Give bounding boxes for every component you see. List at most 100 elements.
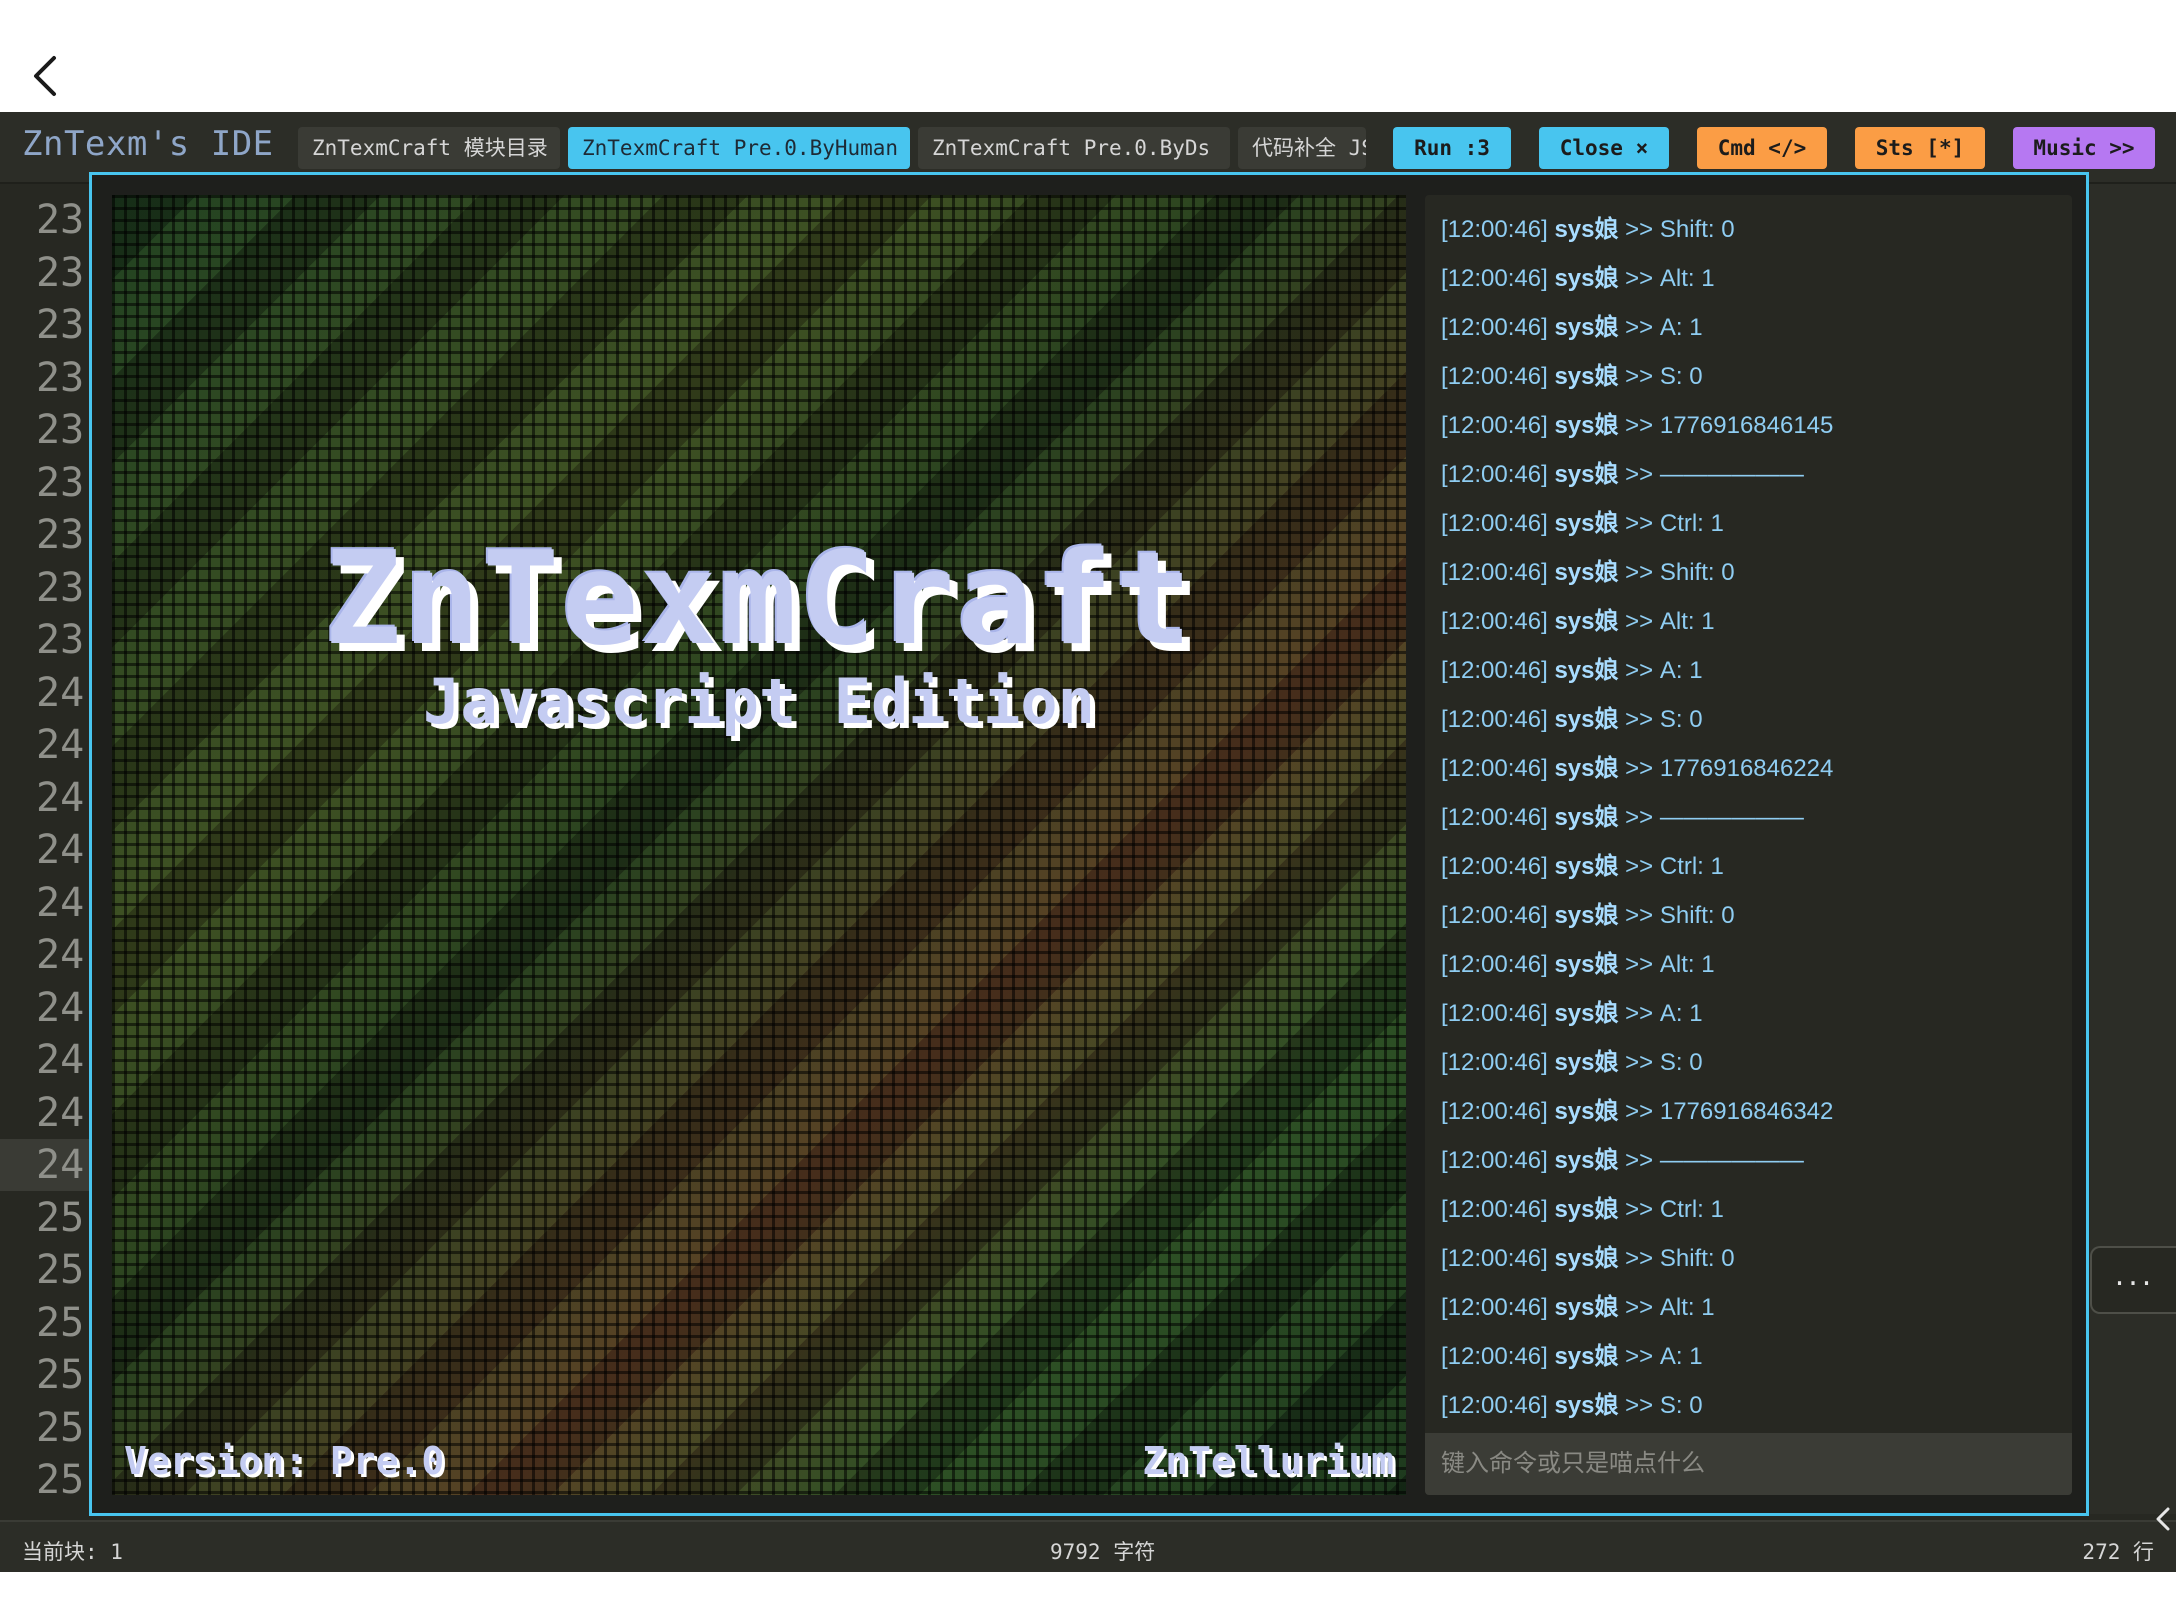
line-number: 25 [36,1247,85,1293]
log-sender: sys娘 [1554,559,1619,586]
log-timestamp: [12:00:46] [1441,265,1548,292]
log-message: >> —————— [1625,804,1804,831]
console-log-line: [12:00:46] sys娘 >> S: 0 [1425,695,2072,744]
log-message: >> Ctrl: 1 [1625,1196,1724,1223]
console-log-line: [12:00:46] sys娘 >> Ctrl: 1 [1425,1185,2072,1234]
log-sender: sys娘 [1554,657,1619,684]
log-message: >> Ctrl: 1 [1625,853,1724,880]
log-timestamp: [12:00:46] [1441,314,1548,341]
log-message: >> 1776916846342 [1625,1098,1834,1125]
log-message: >> A: 1 [1625,657,1703,684]
console-command-input[interactable] [1425,1433,2072,1495]
tab-pre0-byds[interactable]: ZnTexmCraft Pre.0.ByDs [918,127,1230,169]
log-sender: sys娘 [1554,314,1619,341]
console-log-line: [12:00:46] sys娘 >> A: 1 [1425,303,2072,352]
console-log-line: [12:00:46] sys娘 >> 1776916846224 [1425,744,2072,793]
log-timestamp: [12:00:46] [1441,608,1548,635]
console-log-line: [12:00:46] sys娘 >> A: 1 [1425,989,2072,1038]
line-number: 24 [36,932,85,978]
log-message: >> Alt: 1 [1625,608,1715,635]
chevron-left-icon [34,56,56,96]
log-timestamp: [12:00:46] [1441,1392,1548,1419]
line-number: 24 [36,827,85,873]
tab-module-directory[interactable]: ZnTexmCraft 模块目录 [298,127,560,169]
console-log-line: [12:00:46] sys娘 >> 1776916846145 [1425,401,2072,450]
log-message: >> Alt: 1 [1625,1294,1715,1321]
app-top-bar [0,0,2176,112]
line-number: 23 [36,512,85,558]
sts-button[interactable]: Sts [*] [1855,127,1985,169]
log-timestamp: [12:00:46] [1441,559,1548,586]
line-number: 23 [36,197,85,243]
line-number-gutter: 23 23 23 23 23 23 23 23 23 24 24 24 24 24 24 24 24 24 24 25… [0,184,92,1514]
log-timestamp: [12:00:46] [1441,1000,1548,1027]
log-timestamp: [12:00:46] [1441,363,1548,390]
line-number: 25 [36,1352,85,1398]
log-sender: sys娘 [1554,1343,1619,1370]
editor-visible-area[interactable] [2090,184,2176,1514]
log-timestamp: [12:00:46] [1441,461,1548,488]
status-bar: 当前块: 1 9792 字符 272 行 [0,1520,2176,1572]
log-timestamp: [12:00:46] [1441,1196,1548,1223]
line-number: 25 [36,1194,85,1241]
line-number: 24 [36,879,85,926]
log-sender: sys娘 [1554,363,1619,390]
log-timestamp: [12:00:46] [1441,755,1548,782]
log-sender: sys娘 [1554,853,1619,880]
line-number: 24 [36,722,85,768]
side-panel-toggle[interactable] [2150,1504,2176,1534]
line-number: 23 [36,354,85,401]
line-number: 25 [36,1299,85,1346]
close-button[interactable]: Close × [1539,127,1669,169]
log-timestamp: [12:00:46] [1441,412,1548,439]
console-log-line: [12:00:46] sys娘 >> Ctrl: 1 [1425,499,2072,548]
log-sender: sys娘 [1554,902,1619,929]
log-timestamp: [12:00:46] [1441,804,1548,831]
console-log[interactable]: [12:00:46] sys娘 >> Shift: 0 [12:00:46] sy… [1425,195,2072,1439]
game-subtitle: Javascript Edition [423,665,1095,738]
line-number: 23 [36,617,85,663]
console-log-line: [12:00:46] sys娘 >> Shift: 0 [1425,205,2072,254]
log-message: >> Shift: 0 [1625,902,1735,929]
line-number: 25 [36,1457,85,1503]
console-log-line: [12:00:46] sys娘 >> —————— [1425,1136,2072,1185]
run-button[interactable]: Run :3 [1393,127,1511,169]
log-timestamp: [12:00:46] [1441,951,1548,978]
log-message: >> S: 0 [1625,1392,1703,1419]
log-sender: sys娘 [1554,1147,1619,1174]
more-options-button[interactable]: ... [2090,1246,2176,1314]
log-message: >> —————— [1625,461,1804,488]
console-log-line: [12:00:46] sys娘 >> Alt: 1 [1425,597,2072,646]
line-number: 23 [36,459,85,506]
back-button[interactable] [28,52,64,100]
console-log-line: [12:00:46] sys娘 >> Alt: 1 [1425,254,2072,303]
console-log-line: [12:00:46] sys娘 >> Shift: 0 [1425,548,2072,597]
app-bottom-bar [0,1572,2176,1600]
console-log-line: [12:00:46] sys娘 >> —————— [1425,450,2072,499]
log-timestamp: [12:00:46] [1441,510,1548,537]
line-number: 24 [36,774,85,821]
tab-pre0-byhuman[interactable]: ZnTexmCraft Pre.0.ByHuman [568,127,910,169]
log-message: >> A: 1 [1625,1343,1703,1370]
log-timestamp: [12:00:46] [1441,657,1548,684]
log-sender: sys娘 [1554,1196,1619,1223]
console-log-line: [12:00:46] sys娘 >> A: 1 [1425,1332,2072,1381]
log-message: >> Ctrl: 1 [1625,510,1724,537]
log-message: >> A: 1 [1625,314,1703,341]
music-button[interactable]: Music >> [2013,127,2155,169]
log-sender: sys娘 [1554,412,1619,439]
log-timestamp: [12:00:46] [1441,1343,1548,1370]
cmd-button[interactable]: Cmd </> [1697,127,1827,169]
log-sender: sys娘 [1554,804,1619,831]
game-canvas[interactable]: ZnTexmCraft Javascript Edition Version: … [112,195,1406,1495]
line-number: 24 [0,1139,92,1191]
line-number: 23 [36,249,85,296]
log-timestamp: [12:00:46] [1441,902,1548,929]
log-sender: sys娘 [1554,1000,1619,1027]
console-panel: [12:00:46] sys娘 >> Shift: 0 [12:00:46] sy… [1425,195,2072,1495]
ide-title: ZnTexm's IDE [22,124,274,164]
game-version: Version: Pre.0 [124,1439,445,1483]
tab-code-completion[interactable]: 代码补全 JS [1238,127,1366,169]
status-current-block: 当前块: 1 [22,1540,123,1564]
line-number: 25 [36,1404,85,1451]
